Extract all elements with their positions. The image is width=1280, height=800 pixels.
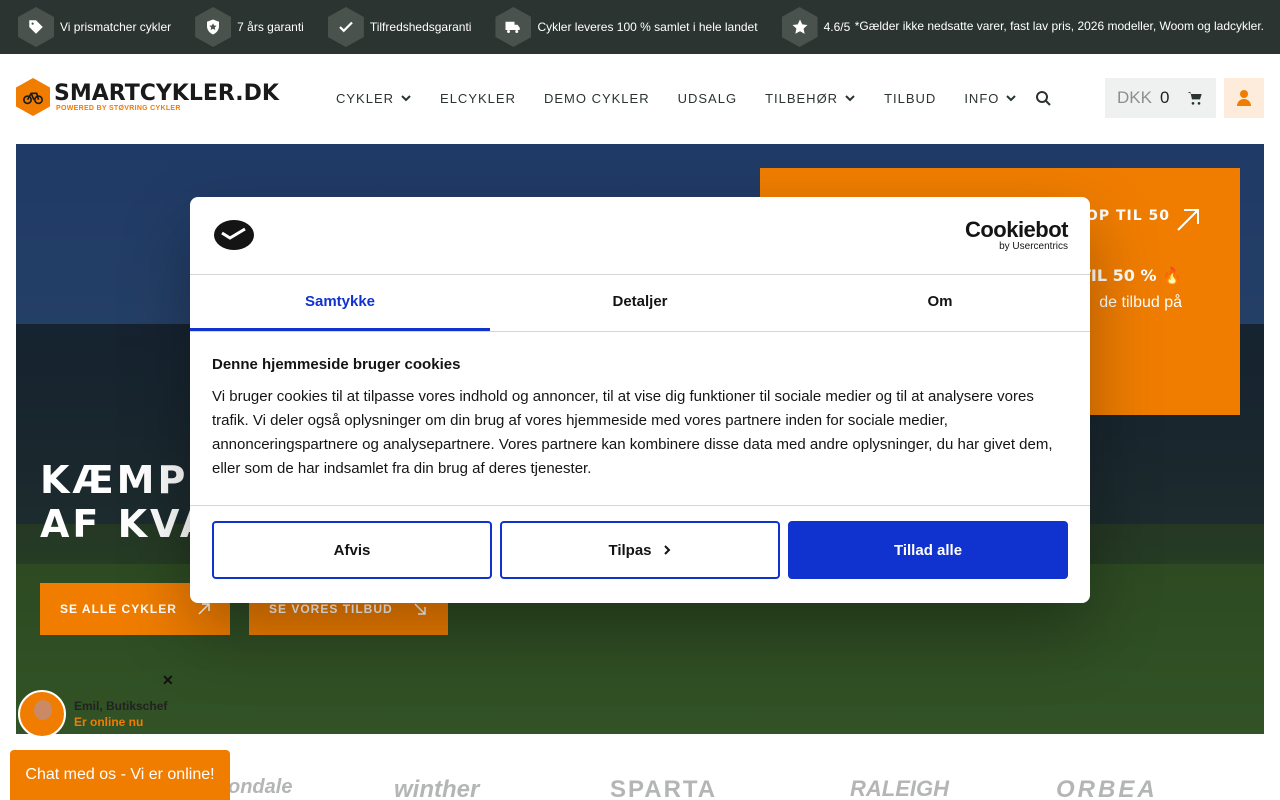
- search-button[interactable]: [1036, 90, 1052, 106]
- main-nav: CYKLER ELCYKLER DEMO CYKLER UDSALG TILBE…: [336, 90, 1079, 106]
- truck-icon: [495, 7, 532, 47]
- chat-button[interactable]: Chat med os - Vi er online!: [10, 750, 230, 800]
- arrow-up-right-icon: [198, 603, 210, 615]
- usp-label: Tilfredshedsgaranti: [369, 20, 472, 34]
- cookie-dialog-header: Cookiebot by Usercentrics: [190, 197, 1090, 275]
- usp-item: 7 års garanti: [195, 7, 304, 47]
- customize-button[interactable]: Tilpas: [500, 521, 780, 579]
- cookie-tabs: Samtykke Detaljer Om: [190, 275, 1090, 332]
- arrow-down-right-icon: [414, 603, 426, 615]
- nav-item-tilbud[interactable]: TILBUD: [884, 91, 936, 106]
- cookiebot-brand: Cookiebot by Usercentrics: [964, 217, 1069, 253]
- close-icon[interactable]: ✕: [162, 672, 174, 689]
- tag-icon: [18, 7, 54, 47]
- button-label: Tilpas: [608, 541, 652, 559]
- chevron-right-icon: [663, 545, 670, 555]
- cart-icon: [1188, 92, 1203, 105]
- tab-about[interactable]: Om: [790, 275, 1090, 331]
- tab-details[interactable]: Detaljer: [490, 275, 790, 331]
- cookie-dialog: Cookiebot by Usercentrics Samtykke Detal…: [190, 197, 1090, 603]
- cookie-heading: Denne hjemmeside bruger cookies: [212, 356, 461, 373]
- chevron-down-icon: [401, 95, 411, 102]
- button-label: Tillad alle: [893, 541, 963, 559]
- promo-text: de tilbud på: [1099, 294, 1182, 311]
- usp-item: Cykler leveres 100 % samlet i hele lande…: [495, 7, 758, 47]
- nav-label: DEMO CYKLER: [543, 90, 650, 106]
- usp-note: *Gælder ikke nedsatte varer, fast lav pr…: [854, 19, 1264, 33]
- account-button[interactable]: [1224, 78, 1264, 118]
- site-logo[interactable]: SMARTCYKLER.DK POWERED BY STØVRING CYKLE…: [16, 78, 279, 116]
- cookiebot-brand-sub: by Usercentrics: [999, 241, 1068, 252]
- brand-logo[interactable]: RALEIGH: [850, 776, 949, 800]
- logo-text: SMARTCYKLER.DK: [54, 80, 279, 106]
- nav-label: UDSALG: [677, 90, 738, 106]
- allow-all-button[interactable]: Tillad alle: [788, 521, 1068, 579]
- cart-count: 0: [1159, 88, 1170, 107]
- usp-label: 4.6/5: [823, 20, 851, 34]
- nav-item-cykler[interactable]: CYKLER: [336, 91, 412, 106]
- nav-item-demo-cykler[interactable]: DEMO CYKLER: [544, 91, 650, 106]
- tab-consent[interactable]: Samtykke: [190, 275, 490, 331]
- usp-item: 4.6/5: [781, 7, 851, 47]
- site-header: SMARTCYKLER.DK POWERED BY STØVRING CYKLE…: [0, 54, 1280, 144]
- usp-label: Cykler leveres 100 % samlet i hele lande…: [537, 20, 758, 34]
- nav-item-elcykler[interactable]: ELCYKLER: [440, 91, 516, 106]
- usp-item: Vi prismatcher cykler: [18, 7, 171, 47]
- nav-item-info[interactable]: INFO: [964, 91, 1017, 106]
- cookie-actions: Afvis Tilpas Tillad alle: [190, 505, 1090, 603]
- cookie-text: Vi bruger cookies til at tilpasse vores …: [212, 388, 1053, 477]
- brand-logo[interactable]: ondale: [228, 776, 292, 799]
- button-label: Afvis: [333, 541, 371, 559]
- chat-agent-card[interactable]: Emil, Butikschef Er online nu: [18, 690, 167, 738]
- usp-item: Tilfredshedsgaranti: [327, 7, 472, 47]
- usp-bar: Vi prismatcher cykler 7 års garanti Tilf…: [0, 0, 1280, 54]
- brand-logo[interactable]: SPARTA: [610, 776, 717, 800]
- star-icon: [781, 7, 818, 47]
- nav-item-tilbehoer[interactable]: TILBEHØR: [765, 91, 856, 106]
- cookie-body: Denne hjemmeside bruger cookies Vi bruge…: [190, 332, 1090, 504]
- cookiebot-brand-name: Cookiebot: [964, 217, 1069, 242]
- currency-label: DKK: [1117, 88, 1152, 107]
- usp-label: Vi prismatcher cykler: [60, 20, 172, 34]
- agent-status: Er online nu: [74, 715, 144, 729]
- avatar: [18, 690, 66, 738]
- shield-star-icon: [195, 7, 232, 47]
- promo-subheadline: TIL 50 % 🔥: [1080, 266, 1182, 285]
- button-label: SE VORES TILBUD: [269, 602, 393, 616]
- cart-button[interactable]: DKK 0: [1105, 78, 1216, 118]
- nav-label: ELCYKLER: [440, 90, 516, 106]
- chevron-down-icon: [1006, 95, 1017, 102]
- nav-label: CYKLER: [336, 90, 395, 106]
- check-icon: [327, 7, 364, 47]
- nav-item-udsalg[interactable]: UDSALG: [678, 91, 737, 106]
- usp-label: 7 års garanti: [237, 20, 304, 34]
- agent-name: Emil, Butikschef: [74, 699, 168, 713]
- nav-label: TILBUD: [884, 90, 937, 106]
- nav-label: INFO: [964, 90, 1000, 106]
- button-label: SE ALLE CYKLER: [60, 602, 177, 616]
- deny-button[interactable]: Afvis: [212, 521, 492, 579]
- brand-logo[interactable]: winther: [394, 776, 479, 800]
- cookiebot-logo-icon: [214, 220, 254, 250]
- nav-label: TILBEHØR: [765, 90, 839, 106]
- search-icon: [1036, 91, 1052, 106]
- user-icon: [1237, 90, 1251, 106]
- bicycle-icon: [16, 78, 50, 116]
- logo-subtitle: POWERED BY STØVRING CYKLER: [56, 104, 181, 112]
- arrow-up-right-icon: [1177, 209, 1199, 231]
- brand-logo[interactable]: ORBEA: [1056, 776, 1158, 800]
- chevron-down-icon: [845, 95, 855, 102]
